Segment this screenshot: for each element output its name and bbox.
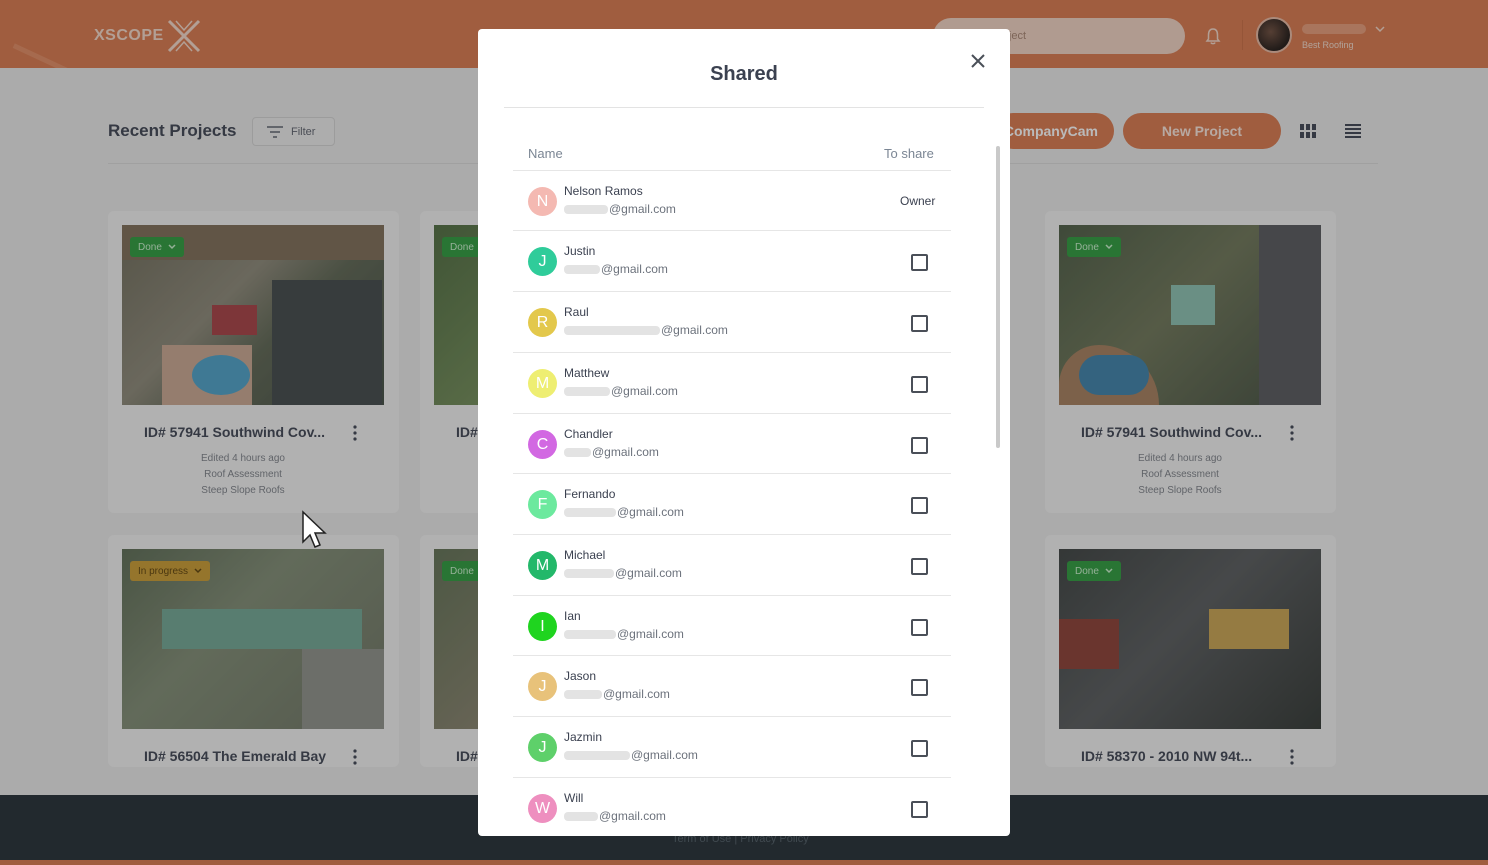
modal-divider — [504, 107, 984, 108]
email-domain: @gmail.com — [617, 627, 684, 641]
email-domain: @gmail.com — [592, 445, 659, 459]
list-item: N Nelson Ramos @gmail.com Owner — [513, 170, 951, 231]
avatar: J — [528, 247, 557, 276]
person-name: Matthew — [564, 366, 610, 380]
person-email: @gmail.com — [564, 627, 684, 641]
person-name: Chandler — [564, 427, 613, 441]
share-checkbox[interactable] — [911, 801, 928, 818]
avatar: W — [528, 794, 557, 823]
avatar: M — [528, 551, 557, 580]
person-email: @gmail.com — [564, 809, 666, 823]
person-email: @gmail.com — [564, 748, 698, 762]
email-redacted — [564, 811, 598, 821]
list-item: W Will @gmail.com — [513, 777, 951, 836]
person-name: Raul — [564, 305, 589, 319]
person-name: Jazmin — [564, 730, 603, 744]
scrollbar[interactable] — [996, 146, 1000, 448]
email-redacted — [564, 629, 616, 639]
avatar: I — [528, 612, 557, 641]
email-redacted — [564, 447, 591, 457]
person-name: Justin — [564, 244, 596, 258]
email-redacted — [564, 568, 614, 578]
mouse-cursor-icon — [302, 510, 327, 548]
list-item: J Jason @gmail.com — [513, 655, 951, 716]
email-domain: @gmail.com — [603, 687, 670, 701]
share-checkbox[interactable] — [911, 740, 928, 757]
email-domain: @gmail.com — [615, 566, 682, 580]
person-name: Jason — [564, 669, 597, 683]
list-item: J Jazmin @gmail.com — [513, 716, 951, 777]
list-item: F Fernando @gmail.com — [513, 473, 951, 534]
person-name: Michael — [564, 548, 606, 562]
person-name: Ian — [564, 609, 581, 623]
avatar: N — [528, 187, 557, 216]
email-domain: @gmail.com — [631, 748, 698, 762]
email-domain: @gmail.com — [617, 505, 684, 519]
person-email: @gmail.com — [564, 384, 678, 398]
list-item: M Michael @gmail.com — [513, 534, 951, 595]
person-email: @gmail.com — [564, 505, 684, 519]
person-name: Nelson Ramos — [564, 184, 643, 198]
column-header-name: Name — [528, 146, 563, 161]
share-checkbox[interactable] — [911, 315, 928, 332]
person-name: Fernando — [564, 487, 616, 501]
person-email: @gmail.com — [564, 566, 682, 580]
email-domain: @gmail.com — [611, 384, 678, 398]
share-checkbox[interactable] — [911, 254, 928, 271]
share-checkbox[interactable] — [911, 376, 928, 393]
email-redacted — [564, 689, 602, 699]
person-email: @gmail.com — [564, 687, 670, 701]
email-redacted — [564, 507, 616, 517]
person-email: @gmail.com — [564, 445, 659, 459]
avatar: C — [528, 430, 557, 459]
share-checkbox[interactable] — [911, 558, 928, 575]
email-redacted — [564, 750, 630, 760]
email-redacted — [564, 264, 600, 274]
list-item: I Ian @gmail.com — [513, 595, 951, 656]
share-checkbox[interactable] — [911, 497, 928, 514]
avatar: J — [528, 672, 557, 701]
avatar: J — [528, 733, 557, 762]
email-domain: @gmail.com — [599, 809, 666, 823]
modal-title: Shared — [710, 63, 778, 85]
share-checkbox[interactable] — [911, 437, 928, 454]
avatar: F — [528, 490, 557, 519]
person-email: @gmail.com — [564, 202, 676, 216]
share-checkbox[interactable] — [911, 619, 928, 636]
avatar: M — [528, 369, 557, 398]
email-redacted — [564, 386, 610, 396]
shared-modal: Shared Name To share N Nelson Ramos @gma… — [478, 29, 1010, 836]
column-header-to-share: To share — [884, 146, 934, 161]
person-email: @gmail.com — [564, 262, 668, 276]
email-domain: @gmail.com — [609, 202, 676, 216]
list-item: R Raul @gmail.com — [513, 291, 951, 352]
owner-label: Owner — [900, 194, 936, 208]
email-domain: @gmail.com — [601, 262, 668, 276]
list-item: M Matthew @gmail.com — [513, 352, 951, 413]
email-redacted — [564, 204, 608, 214]
list-item: C Chandler @gmail.com — [513, 413, 951, 474]
email-domain: @gmail.com — [661, 323, 728, 337]
avatar: R — [528, 308, 557, 337]
share-checkbox[interactable] — [911, 679, 928, 696]
person-name: Will — [564, 791, 584, 805]
close-icon[interactable] — [971, 54, 985, 68]
person-email: @gmail.com — [564, 323, 728, 337]
email-redacted — [564, 325, 660, 335]
list-item: J Justin @gmail.com — [513, 230, 951, 291]
